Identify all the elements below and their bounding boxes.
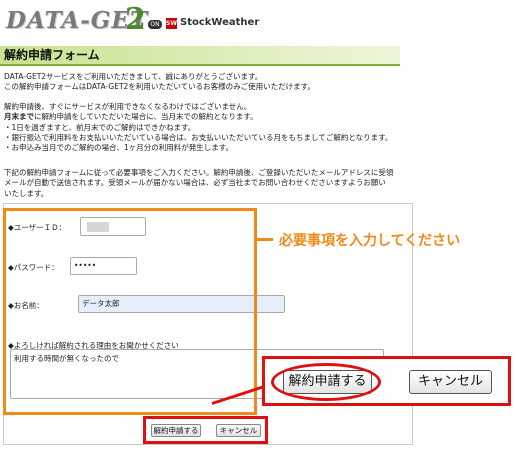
instructions-line: 下記の解約申請フォームに従って必要事項をご入力ください。解約申請後、ご登録いただ…	[4, 168, 394, 177]
intro-line: この解約申請フォームはDATA-GET2を利用いただいているお客様のみご使用いた…	[4, 82, 315, 92]
intro-text: DATA-GET2サービスをご利用いただきまして、誠にありがとうございます。 こ…	[4, 72, 402, 93]
notes-line: 解約申請後、すぐにサービスが利用できなくなるわけではございません。	[4, 102, 252, 111]
intro-line: DATA-GET2サービスをご利用いただきまして、誠にありがとうございます。	[4, 72, 263, 81]
notes-text: 解約申請後、すぐにサービスが利用できなくなるわけではございません。 月末までに解…	[4, 102, 402, 153]
required-fields-note: 必要事項を入力してください	[279, 233, 461, 249]
notes-line: ・銀行振込で利用料をお支払いいただいている場合は、お支払いいただいている月をもち…	[4, 132, 393, 142]
instructions-line: いたします。	[4, 188, 49, 198]
site-logo-version: 2	[125, 2, 146, 37]
page-title: 解約申請フォーム	[0, 46, 400, 66]
on-badge: ON	[148, 20, 162, 29]
partner-name: StockWeather	[180, 17, 260, 28]
buttons-highlight	[143, 416, 268, 444]
site-header: DATA-GET 2 ON SW StockWeather	[0, 0, 516, 46]
notes-line: ・1日を過ぎますと、前月末でのご解約はできかねます。	[4, 122, 196, 132]
callout-connector	[257, 238, 273, 241]
stockweather-icon: SW	[166, 18, 177, 29]
zoomed-cancel-button[interactable]: キャンセル	[409, 370, 492, 394]
notes-emphasis: 月末まで	[4, 112, 34, 122]
instructions-text: 下記の解約申請フォームに従って必要事項をご入力ください。解約申請後、ご登録いただ…	[4, 168, 402, 199]
notes-line: 月末までに解約申請をしていただいた場合に、当月末での解約となります。	[4, 112, 402, 122]
notes-line-rest: に解約申請をしていただいた場合に、当月末での解約となります。	[34, 112, 258, 122]
submit-highlight-oval	[271, 363, 381, 401]
required-fields-highlight	[3, 208, 257, 415]
notes-line: ・お申込み当月でのご解約の場合、1ヶ月分の利用料が発生します。	[4, 143, 234, 153]
instructions-line: メールが自動で送信されます。受領メールが届かない場合は、必ず当社までお問い合わせ…	[4, 178, 386, 188]
